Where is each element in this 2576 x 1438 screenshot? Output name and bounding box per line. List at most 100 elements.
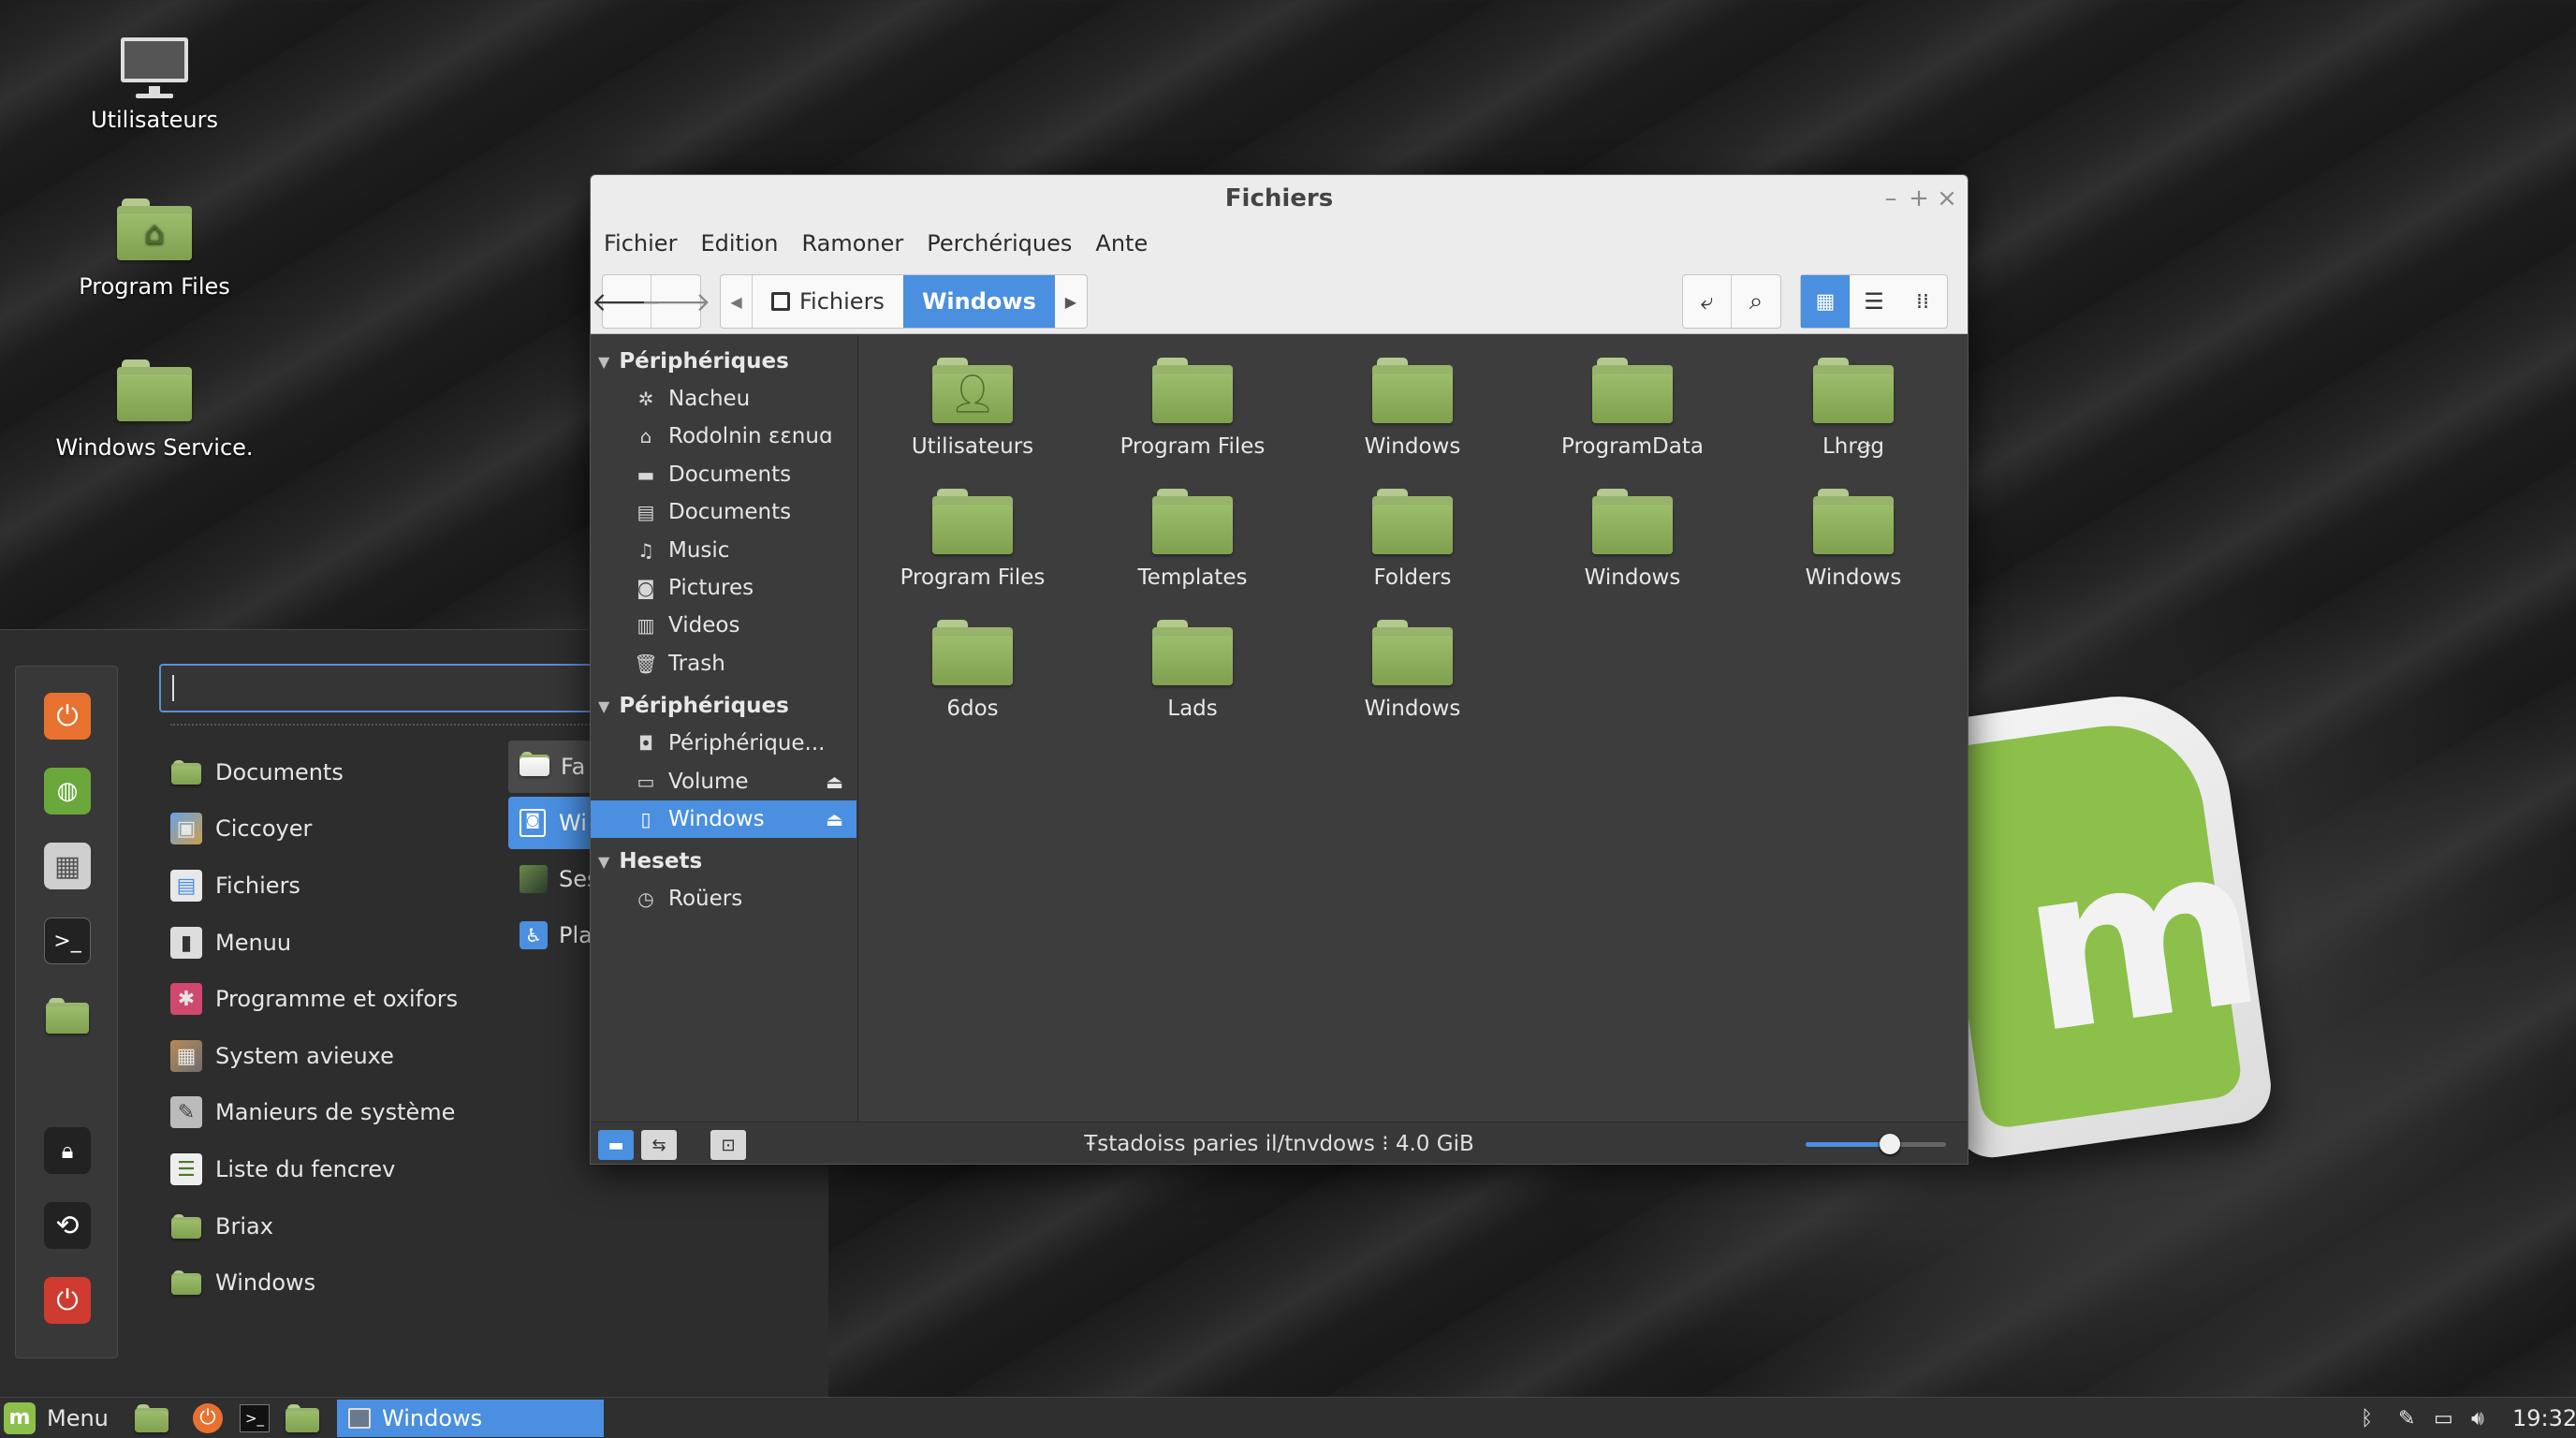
folder-item[interactable]: Lads [1085, 620, 1300, 721]
menu-app-item[interactable]: Fa [508, 741, 602, 793]
list-icon: ☰ [170, 1153, 202, 1185]
compact-view-button[interactable]: ⁞⁞ [1898, 275, 1947, 328]
bluetooth-icon[interactable]: ᛒ [2361, 1401, 2373, 1435]
eject-icon[interactable]: ⏏ [826, 770, 843, 793]
zoom-slider-handle[interactable] [1880, 1134, 1900, 1154]
window-toolbar: 🡐 🡒 ◀ Fichiers Windows ▶ ⤶ ⌕ ▦ ☰ ⁞⁞ [591, 265, 1968, 334]
sidebar-item-selected[interactable]: ▯ Windows ⏏ [591, 800, 856, 838]
sidebar-item[interactable]: ▭ Volume ⏏ [591, 763, 856, 800]
menu-category-manieurs[interactable]: ✎ Manieurs de système [170, 1088, 455, 1137]
folder-icon[interactable] [44, 992, 91, 1039]
menu-category-menuu[interactable]: ▮ Menuu [170, 918, 291, 967]
breadcrumb-windows[interactable]: Windows [902, 275, 1055, 328]
menu-category-briax[interactable]: Briax [170, 1202, 273, 1251]
folder-item[interactable]: ProgramData [1525, 358, 1740, 459]
menu-app-item[interactable]: ♿︎ Pla [508, 909, 602, 961]
sidebar-item[interactable]: ▤ Documents [591, 493, 856, 531]
sidebar-item[interactable]: ◘ Périphérique... [591, 725, 856, 762]
breadcrumb-label: Windows [921, 288, 1036, 315]
desktop-icon-windows-service[interactable]: Windows Service. [51, 360, 257, 461]
menu-category-system[interactable]: ▦ System avieuxe [170, 1032, 394, 1080]
menu-category-windows[interactable]: Windows [170, 1258, 315, 1307]
file-grid: 👤︎ Utilisateurs Program Files Windows Pro… [859, 335, 1968, 1122]
folder-item[interactable]: Program Files [865, 489, 1080, 590]
sidebar-item[interactable]: ◷ Roüers [591, 880, 856, 917]
path-toggle-button[interactable]: ⤶ [1683, 275, 1732, 328]
folder-icon[interactable] [285, 1401, 319, 1435]
sidebar-item[interactable]: ♫ Music [591, 532, 856, 569]
taskbar-window-button[interactable]: Windows [337, 1400, 604, 1437]
menu-category-programme[interactable]: ✱ Programme et oxifors [170, 975, 458, 1023]
breadcrumb-left-arrow[interactable]: ◀ [721, 275, 753, 328]
maximize-button[interactable]: + [1903, 183, 1935, 214]
power-red-icon[interactable]: ⏻ [44, 1277, 91, 1324]
menu-category-liste[interactable]: ☰ Liste du fencrev [170, 1145, 395, 1194]
desktop-icon-label: Program Files [79, 273, 230, 300]
folder-item[interactable]: Windows [1305, 620, 1520, 721]
menu-app-item-selected[interactable]: ◙ Wi [508, 797, 602, 849]
eject-icon[interactable]: ⏏ [826, 808, 843, 830]
folder-icon [1372, 358, 1453, 423]
sidebar-item[interactable]: ⌂ Rodolnin ɛɛnuɑ [591, 418, 856, 455]
folder-item[interactable]: Windows [1525, 489, 1740, 590]
breadcrumb-right-arrow[interactable]: ▶ [1055, 275, 1087, 328]
lock-icon[interactable]: 🔒︎ [44, 1127, 91, 1174]
close-button[interactable]: × [1931, 183, 1963, 214]
sidebar-item[interactable]: ◙ Pictures [591, 569, 856, 607]
file-manager-window: Fichiers – + × Fichier Edition Ramoner P… [590, 174, 1969, 1165]
icon-view-button[interactable]: ▦ [1801, 275, 1850, 328]
files-icon[interactable] [135, 1401, 168, 1435]
forward-button[interactable]: 🡒 [640, 275, 710, 328]
menu-category-documents[interactable]: Documents [170, 748, 344, 797]
desktop-icon-program-files[interactable]: ⌂ Program Files [51, 198, 257, 300]
files-icon: ▤ [170, 870, 202, 902]
menu-category-ciccoyer[interactable]: ▣ Ciccoyer [170, 804, 312, 853]
folder-item[interactable]: Templates [1085, 489, 1300, 590]
sidebar-item[interactable]: 🗑︎ Trash [591, 645, 856, 682]
sidebar-header[interactable]: ▼ Hesets [598, 843, 702, 880]
sidebar-item[interactable]: ▬ Documents [591, 456, 856, 493]
folder-item[interactable]: 👤︎ Utilisateurs [865, 358, 1080, 459]
desktop-icon-utilisateurs[interactable]: Utilisateurs [51, 34, 257, 133]
terminal-icon[interactable]: >_ [240, 1401, 270, 1435]
folder-item[interactable]: Windows [1305, 358, 1520, 459]
minimize-button[interactable]: – [1875, 183, 1907, 214]
window-titlebar[interactable]: Fichiers – + × [591, 175, 1968, 222]
search-button[interactable]: ⌕ [1732, 275, 1780, 328]
menu-ramoner[interactable]: Ramoner [801, 230, 903, 257]
folder-item[interactable]: Program Files [1085, 358, 1300, 459]
sidebar-item[interactable]: ▥ Videos [591, 607, 856, 644]
terminal-icon[interactable]: >_ [44, 917, 91, 964]
logout-icon[interactable]: ⟲ [44, 1202, 91, 1249]
folder-item[interactable]: 6dos [865, 620, 1080, 721]
menu-edition[interactable]: Edition [700, 230, 778, 257]
sidebar-header[interactable]: ▼ Périphériques [598, 687, 789, 725]
display-icon[interactable]: ▭ [2434, 1401, 2453, 1435]
menu-category-fichiers[interactable]: ▤ Fichiers [170, 861, 300, 910]
folder-item[interactable]: Folders [1305, 489, 1520, 590]
menu-app-item[interactable]: Ses [508, 853, 602, 905]
mint-app-icon[interactable]: ◍ [44, 768, 91, 814]
sidebar-item[interactable]: ✲ Nacheu [591, 380, 856, 418]
settings-panel-icon[interactable]: ▦ [44, 843, 91, 889]
power-orange-icon[interactable]: ⏻ [44, 693, 91, 740]
list-view-button[interactable]: ☰ [1850, 275, 1898, 328]
user-folder-icon: 👤︎ [932, 358, 1013, 423]
breadcrumb-fichiers[interactable]: Fichiers [753, 275, 903, 328]
menu-button[interactable]: m Menu [4, 1401, 109, 1435]
menu-fichier[interactable]: Fichier [604, 230, 677, 257]
sidebar-header[interactable]: ▼ Périphériques [598, 343, 789, 380]
folder-icon [170, 1267, 202, 1299]
document-icon: ▤ [637, 501, 655, 523]
menu-category-label: System avieuxe [215, 1043, 394, 1069]
menu-percheriques[interactable]: Perchériques [927, 230, 1072, 257]
zoom-slider[interactable] [1806, 1134, 1946, 1154]
menu-ante[interactable]: Ante [1095, 230, 1148, 257]
volume-icon[interactable]: 🔊︎ [2471, 1401, 2484, 1435]
folder-item[interactable]: Lhrꞡg [1746, 358, 1961, 459]
puzzle-icon: ✱ [170, 983, 202, 1015]
pen-icon[interactable]: ✎ [2398, 1401, 2415, 1435]
folder-item[interactable]: Windows [1746, 489, 1961, 590]
clock[interactable]: 19:32 [2512, 1401, 2576, 1435]
firefox-icon[interactable]: ⏻ [193, 1401, 223, 1435]
